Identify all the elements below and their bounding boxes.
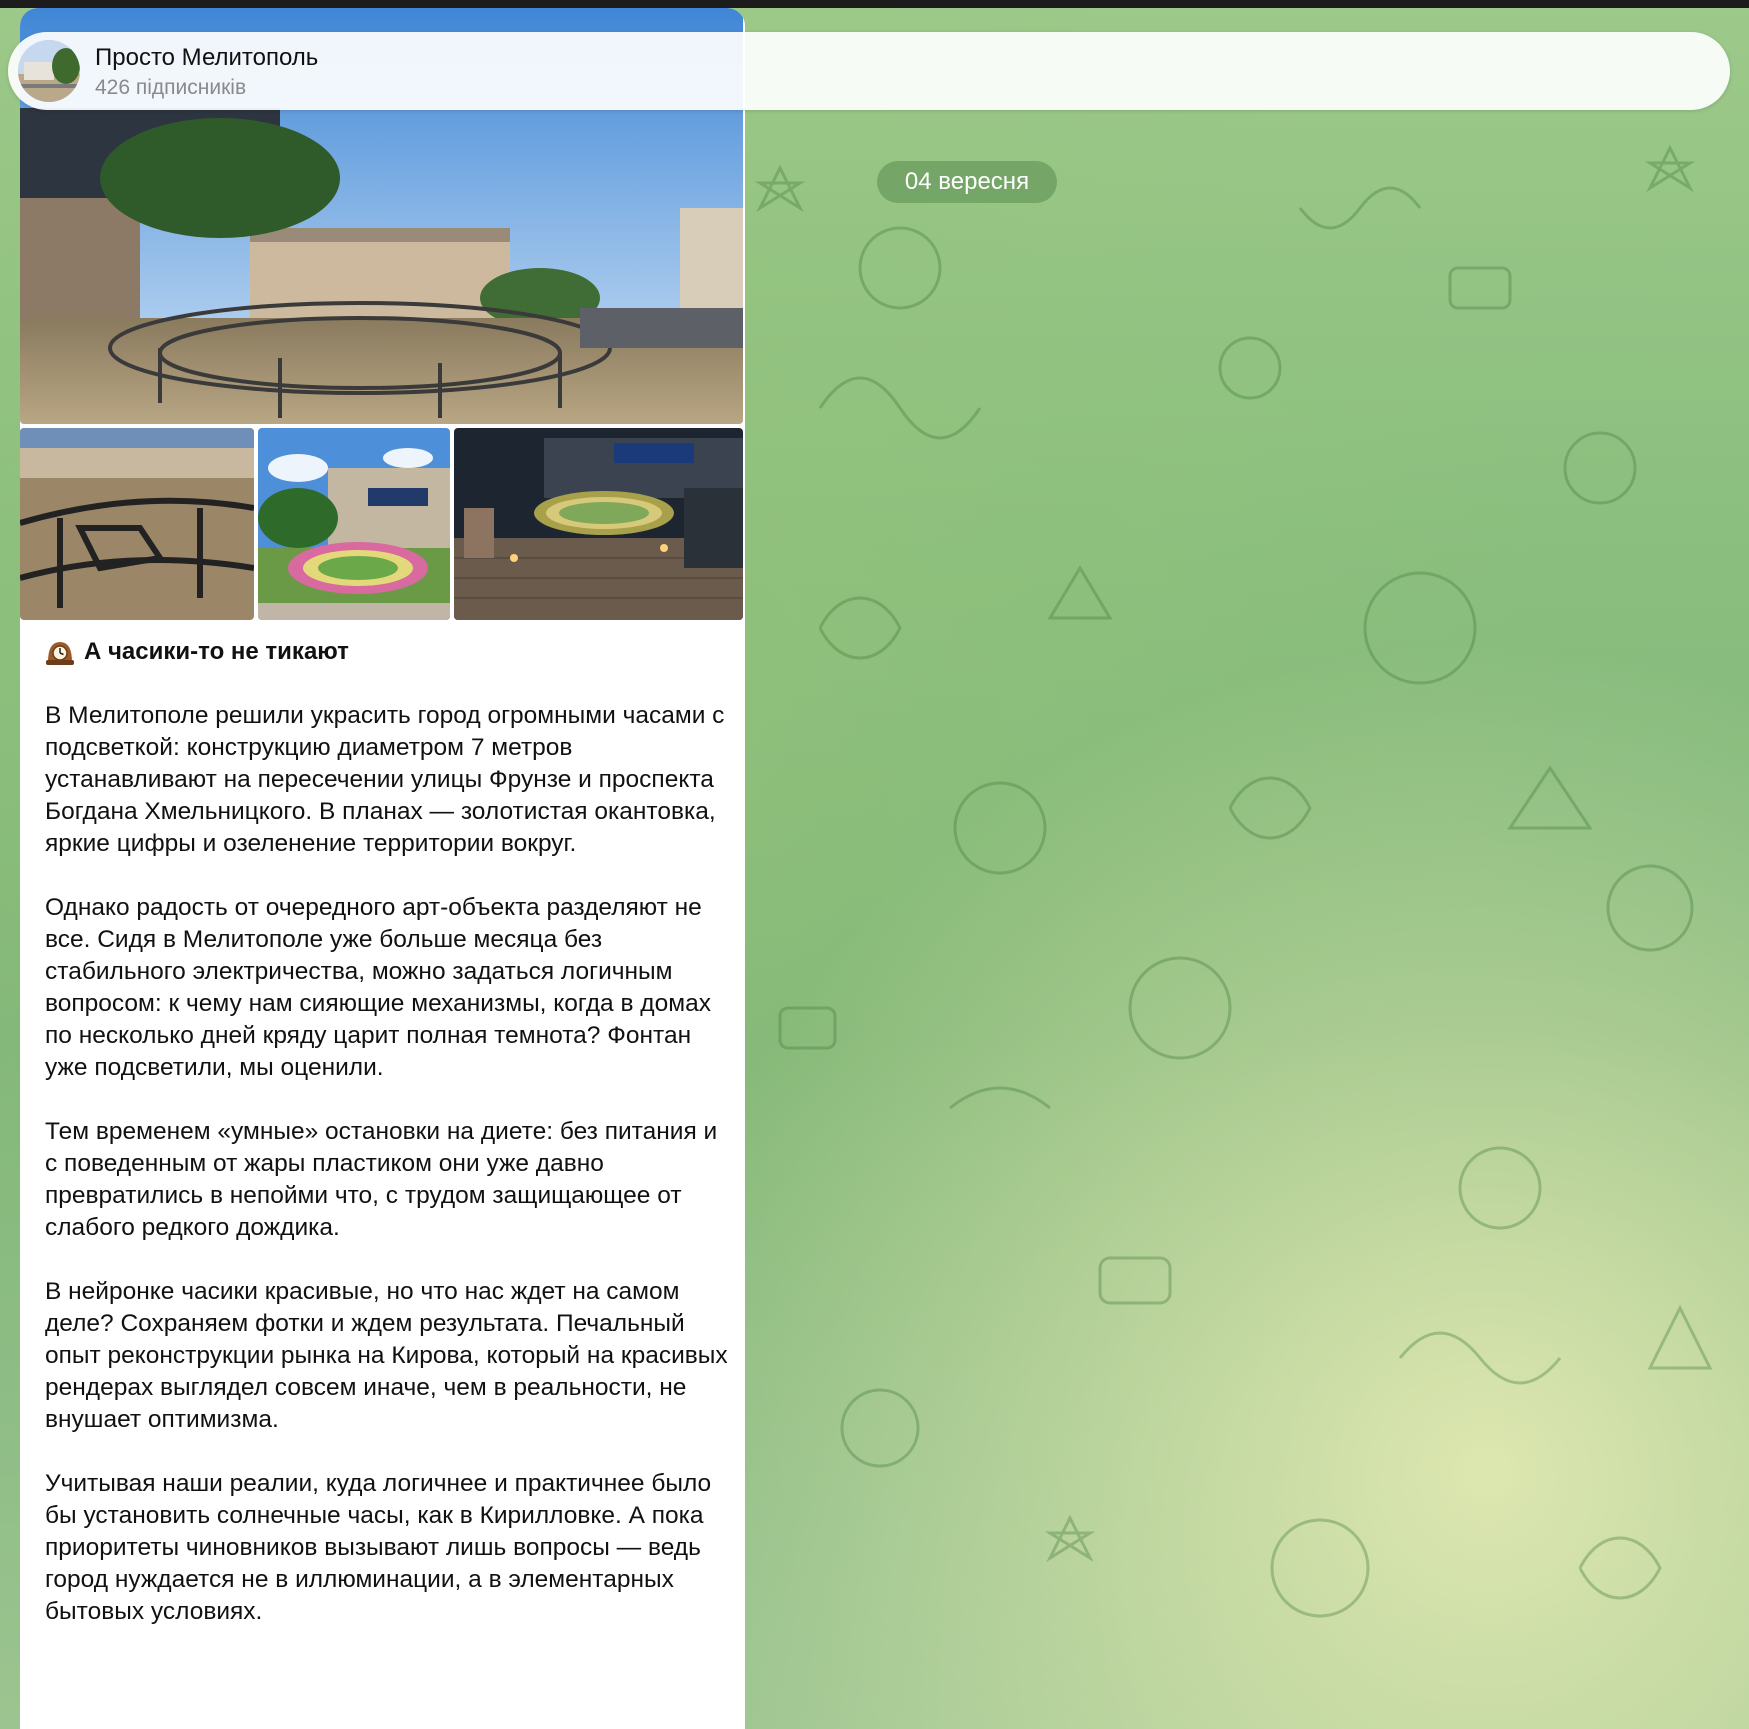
post-body: В Мелитополе решили украсить город огром… (45, 700, 735, 1660)
post-paragraph: Тем временем «умные» остановки на диете:… (45, 1118, 718, 1241)
subscriber-count: 426 підписників (95, 76, 247, 99)
channel-avatar[interactable] (18, 40, 80, 102)
post-title: А часики-то не тикают (44, 636, 349, 668)
metal-frame-image (20, 428, 254, 620)
clock-render-day-image (258, 428, 450, 620)
post-photo-4[interactable] (454, 428, 743, 620)
post-paragraph: Однако радость от очередного арт-объекта… (45, 894, 711, 1081)
post-paragraph: В Мелитополе решили украсить город огром… (45, 702, 725, 857)
post-photo-2[interactable] (20, 428, 254, 620)
date-separator: 04 вересня (877, 161, 1057, 203)
post-paragraph: Учитывая наши реалии, куда логичнее и пр… (45, 1470, 712, 1625)
mantelpiece-clock-icon (44, 636, 76, 668)
post-photo-3[interactable] (258, 428, 450, 620)
post-title-text: А часики-то не тикают (84, 638, 349, 665)
channel-header[interactable]: Просто Мелитополь 426 підписників (8, 32, 1730, 110)
channel-title[interactable]: Просто Мелитополь (95, 44, 318, 72)
clock-render-night-image (454, 428, 743, 620)
post-paragraph: В нейронке часики красивые, но что нас ж… (45, 1278, 728, 1433)
message-bubble: А часики-то не тикают В Мелитополе решил… (20, 8, 745, 1729)
